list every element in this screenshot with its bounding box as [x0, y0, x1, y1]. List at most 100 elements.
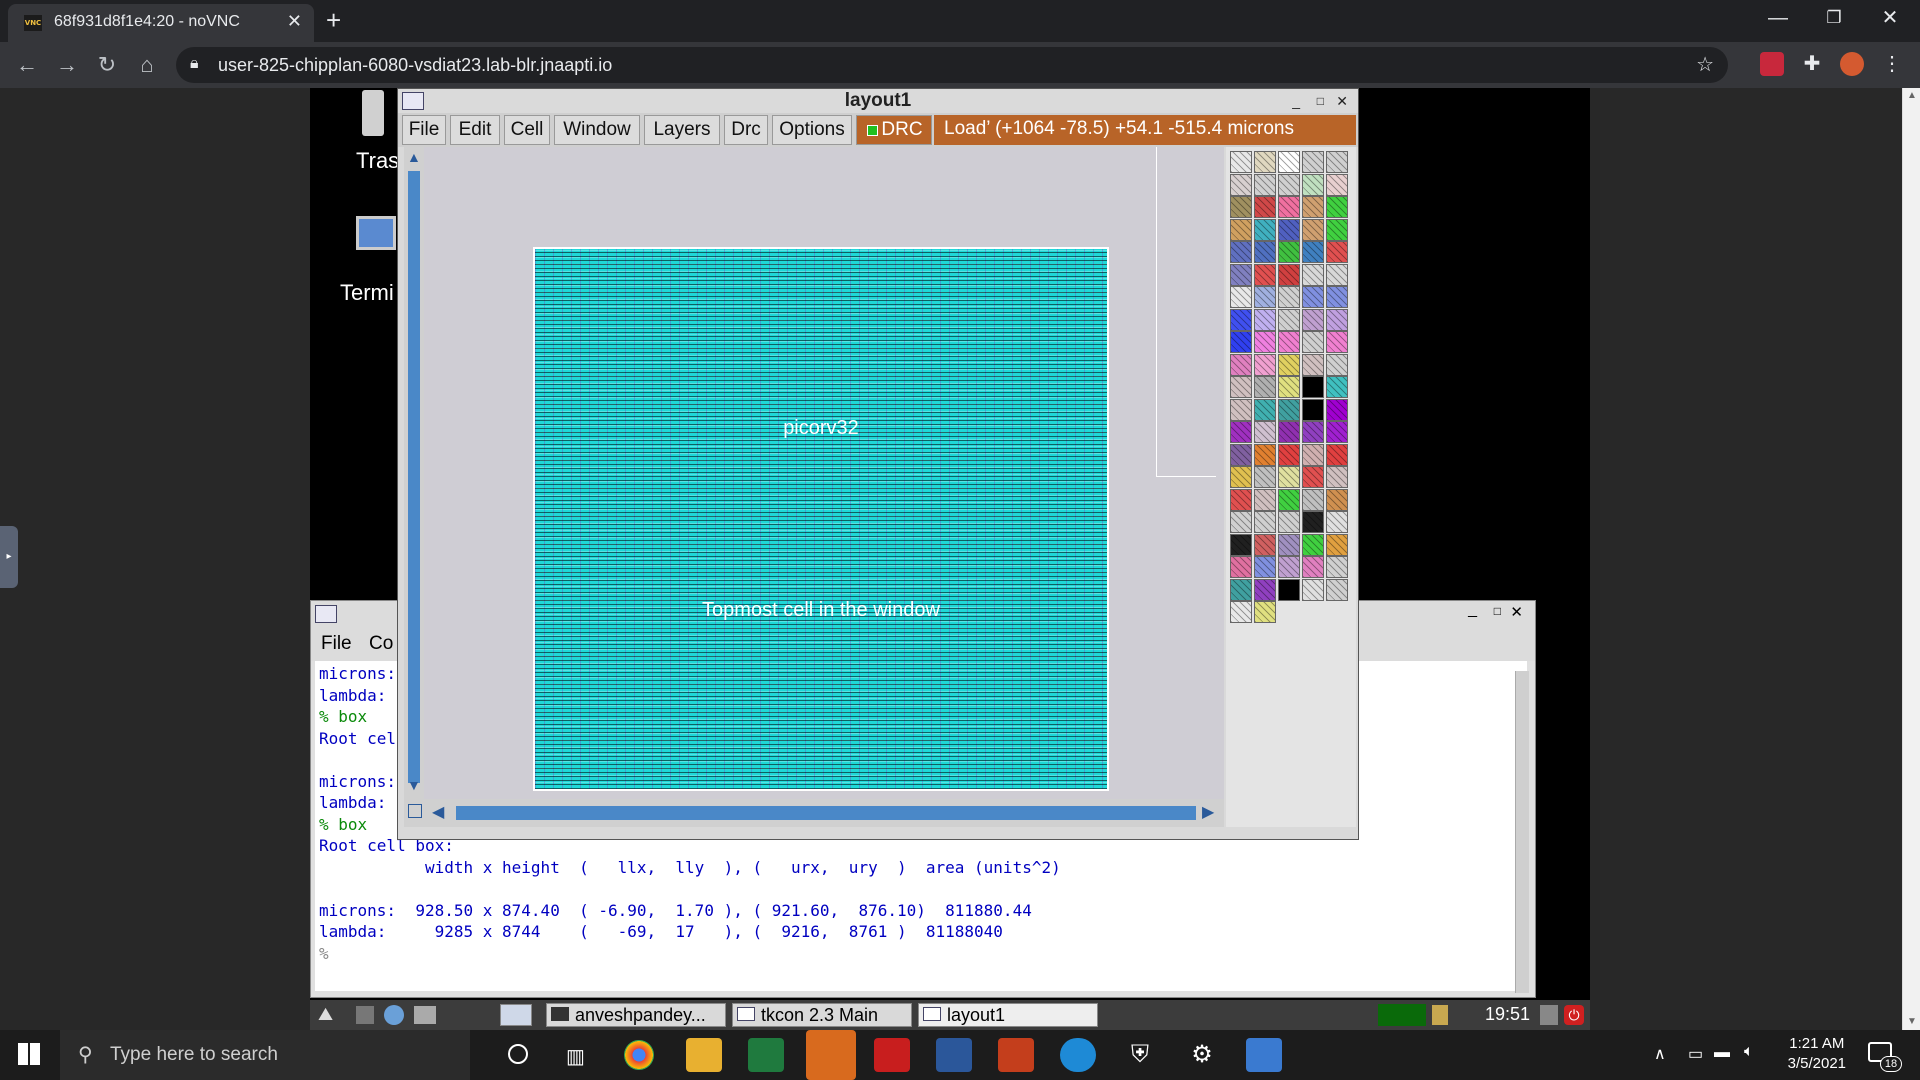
layer-swatch[interactable]: [1278, 286, 1300, 308]
system-clock[interactable]: 1:21 AM 3/5/2021: [1788, 1034, 1846, 1074]
browser-launcher-icon[interactable]: [384, 1005, 404, 1025]
layer-swatch[interactable]: [1278, 308, 1300, 331]
file-explorer-icon[interactable]: [686, 1038, 722, 1072]
minimize-icon[interactable]: _: [1292, 89, 1300, 113]
layer-swatch[interactable]: [1254, 173, 1276, 196]
layer-swatch[interactable]: [1278, 376, 1300, 398]
layer-swatch[interactable]: [1302, 196, 1324, 218]
page-scrollbar[interactable]: ▲ ▼: [1902, 88, 1920, 1030]
layer-swatch[interactable]: [1302, 421, 1324, 443]
battery-icon[interactable]: ▬: [1714, 1044, 1730, 1062]
layer-swatch[interactable]: [1230, 376, 1252, 398]
photos-icon[interactable]: [1246, 1038, 1282, 1072]
layer-swatch[interactable]: [1230, 398, 1252, 421]
layer-swatch[interactable]: [1254, 488, 1276, 511]
layer-swatch[interactable]: [1326, 308, 1348, 331]
layer-swatch[interactable]: [1230, 241, 1252, 263]
menu-console[interactable]: Co: [369, 633, 393, 655]
layer-swatch[interactable]: [1254, 241, 1276, 263]
profile-avatar[interactable]: [1840, 52, 1864, 76]
layer-swatch[interactable]: [1254, 443, 1276, 466]
layer-swatch[interactable]: [1278, 556, 1300, 578]
layer-swatch[interactable]: [1326, 353, 1348, 376]
layer-swatch[interactable]: [1326, 173, 1348, 196]
layer-swatch[interactable]: [1254, 196, 1276, 218]
layer-swatch[interactable]: [1278, 398, 1300, 421]
layer-swatch[interactable]: [1230, 218, 1252, 241]
volume-icon[interactable]: 🔈︎: [1744, 1043, 1754, 1061]
tkcon-scrollbar[interactable]: [1515, 671, 1529, 993]
layer-swatch[interactable]: [1254, 533, 1276, 556]
task-view-icon[interactable]: ▥: [566, 1044, 585, 1069]
active-app-icon[interactable]: [806, 1030, 856, 1080]
menu-window[interactable]: Window: [554, 115, 640, 145]
launcher-icon[interactable]: [356, 1006, 374, 1024]
lock-screen-icon[interactable]: [1540, 1005, 1558, 1025]
layer-swatch[interactable]: [1254, 263, 1276, 286]
layer-swatch[interactable]: [1230, 601, 1252, 623]
home-icon[interactable]: ⌂: [132, 52, 162, 78]
layer-swatch[interactable]: [1326, 511, 1348, 533]
scroll-down-icon[interactable]: ▼: [407, 777, 421, 793]
edge-icon[interactable]: [1060, 1038, 1096, 1072]
powerpoint-icon[interactable]: [998, 1038, 1034, 1072]
scroll-up-icon[interactable]: ▲: [407, 149, 421, 165]
close-window-icon[interactable]: ✕: [1860, 4, 1920, 32]
layer-swatch[interactable]: [1326, 196, 1348, 218]
layer-swatch[interactable]: [1230, 173, 1252, 196]
close-icon[interactable]: ✕: [1510, 603, 1523, 621]
layer-swatch[interactable]: [1230, 443, 1252, 466]
layer-swatch[interactable]: [1278, 241, 1300, 263]
chrome-menu-icon[interactable]: ⋮: [1880, 52, 1904, 76]
window-menu-icon[interactable]: [402, 92, 424, 110]
menu-file[interactable]: File: [402, 115, 446, 145]
clipboard-icon[interactable]: [1432, 1005, 1448, 1025]
layer-swatch[interactable]: [1278, 511, 1300, 533]
picorv32-layout-cell[interactable]: picorv32 Topmost cell in the window: [533, 247, 1109, 791]
menu-drc[interactable]: Drc: [724, 115, 768, 145]
acrobat-icon[interactable]: [874, 1038, 910, 1072]
layer-swatch[interactable]: [1230, 556, 1252, 578]
menu-file[interactable]: File: [321, 633, 352, 655]
layer-swatch[interactable]: [1326, 263, 1348, 286]
zoom-box-icon[interactable]: [408, 804, 422, 818]
layer-swatch[interactable]: [1302, 151, 1324, 173]
layer-swatch[interactable]: [1302, 241, 1324, 263]
layer-swatch[interactable]: [1278, 196, 1300, 218]
trash-icon[interactable]: [362, 90, 384, 136]
menu-layers[interactable]: Layers: [644, 115, 720, 145]
novnc-control-handle[interactable]: ▸: [0, 526, 18, 588]
layer-swatch[interactable]: [1230, 578, 1252, 601]
layer-swatch[interactable]: [1278, 331, 1300, 353]
drc-status-button[interactable]: DRC: [856, 115, 932, 145]
layer-swatch[interactable]: [1302, 443, 1324, 466]
layer-swatch[interactable]: [1254, 556, 1276, 578]
start-menu-icon[interactable]: ⛰: [318, 1004, 348, 1026]
layer-swatch[interactable]: [1326, 443, 1348, 466]
layer-swatch[interactable]: [1278, 353, 1300, 376]
meet-now-icon[interactable]: ▭: [1688, 1044, 1703, 1064]
close-icon[interactable]: ✕: [1336, 89, 1348, 113]
layer-swatch[interactable]: [1254, 578, 1276, 601]
minimize-icon[interactable]: —: [1748, 4, 1808, 32]
layer-swatch[interactable]: [1230, 533, 1252, 556]
layer-swatch[interactable]: [1278, 263, 1300, 286]
vertical-scrollbar[interactable]: ▲ ▼: [404, 147, 424, 799]
layer-swatch[interactable]: [1278, 466, 1300, 488]
layer-swatch[interactable]: [1254, 421, 1276, 443]
horizontal-scrollbar[interactable]: ◀ ▶: [404, 799, 1224, 827]
word-icon[interactable]: [936, 1038, 972, 1072]
back-icon[interactable]: ←: [12, 52, 42, 78]
layer-swatch[interactable]: [1278, 443, 1300, 466]
layer-swatch[interactable]: [1278, 151, 1300, 173]
layer-swatch[interactable]: [1302, 376, 1324, 398]
layer-swatch[interactable]: [1278, 578, 1300, 601]
layer-swatch[interactable]: [1230, 488, 1252, 511]
layer-swatch[interactable]: [1302, 556, 1324, 578]
layer-swatch[interactable]: [1302, 511, 1324, 533]
close-tab-icon[interactable]: ✕: [287, 11, 302, 32]
layer-swatch[interactable]: [1254, 601, 1276, 623]
layer-swatch[interactable]: [1230, 263, 1252, 286]
layer-swatch[interactable]: [1254, 151, 1276, 173]
layer-swatch[interactable]: [1254, 376, 1276, 398]
